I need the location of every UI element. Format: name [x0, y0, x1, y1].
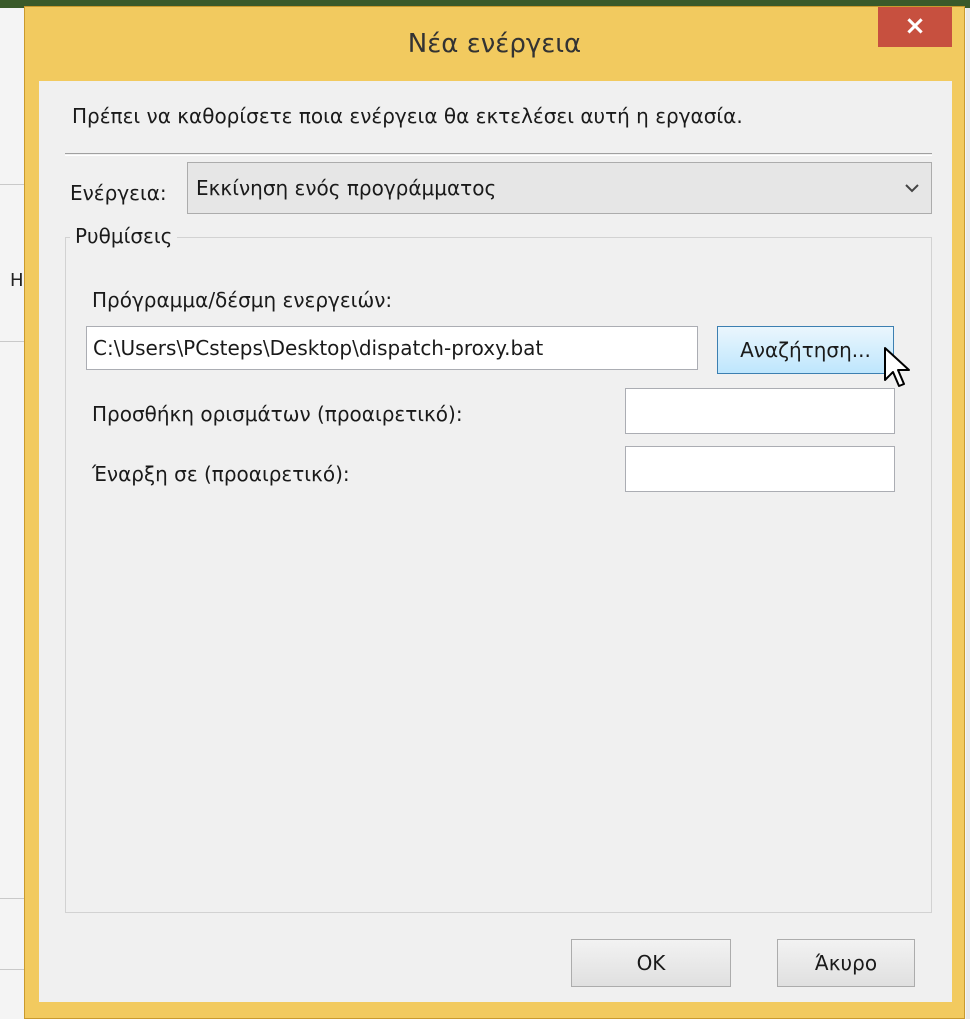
cancel-button[interactable]: Άκυρο [777, 939, 915, 987]
separator-highlight [65, 155, 932, 156]
action-dropdown[interactable]: Εκκίνηση ενός προγράμματος [187, 162, 932, 214]
action-label: Ενέργεια: [70, 181, 167, 205]
close-button[interactable]: × [878, 7, 952, 47]
ok-button[interactable]: OK [571, 939, 731, 987]
settings-group: Ρυθμίσεις Πρόγραμμα/δέσμη ενεργειών: Ανα… [65, 224, 932, 913]
browse-button[interactable]: Αναζήτηση... [717, 326, 894, 374]
separator [65, 153, 932, 154]
dialog-client-area: Πρέπει να καθορίσετε ποια ενέργεια θα εκ… [39, 81, 952, 1002]
instruction-text: Πρέπει να καθορίσετε ποια ενέργεια θα εκ… [72, 104, 743, 128]
program-path-input[interactable] [86, 326, 698, 370]
program-label: Πρόγραμμα/δέσμη ενεργειών: [92, 288, 393, 312]
new-action-dialog: Νέα ενέργεια × Πρέπει να καθορίσετε ποια… [24, 6, 965, 1019]
mouse-pointer-icon [884, 347, 910, 387]
arguments-label: Προσθήκη ορισμάτων (προαιρετικό): [92, 402, 463, 426]
dialog-title: Νέα ενέργεια [407, 29, 582, 59]
start-in-input[interactable] [625, 446, 895, 492]
close-icon: × [904, 11, 926, 41]
action-selected-value: Εκκίνηση ενός προγράμματος [196, 176, 497, 200]
arguments-input[interactable] [625, 388, 895, 434]
chevron-down-icon [905, 163, 919, 213]
background-right-edge [966, 8, 970, 1019]
settings-legend: Ρυθμίσεις [70, 224, 178, 248]
start-in-label: Έναρξη σε (προαιρετικό): [92, 462, 350, 486]
background-text-fragment: Η [10, 270, 24, 291]
